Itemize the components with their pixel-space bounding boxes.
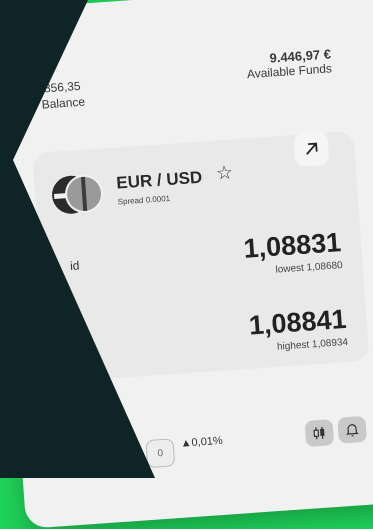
ask-price[interactable]: 1,08841: [248, 304, 348, 342]
bid-label: id: [70, 258, 80, 273]
expand-button[interactable]: [293, 131, 329, 167]
lowest-price: lowest 1,08680: [275, 260, 343, 276]
balance-row: .856,35 Balance 9.446,97 € Available Fun…: [39, 44, 342, 117]
arrow-up-right-icon: [302, 139, 321, 158]
available-funds-block: 9.446,97 € Available Funds: [245, 46, 332, 81]
bid-price[interactable]: 1,08831: [243, 227, 343, 265]
candlestick-icon: [311, 425, 328, 442]
spread-label: Spread 0.0001: [117, 194, 170, 207]
pair-title: EUR / USD: [116, 168, 203, 194]
amount-field-partial[interactable]: 0: [145, 438, 175, 468]
highest-price: highest 1,08934: [277, 337, 349, 353]
balance-label: Balance: [41, 94, 85, 113]
alert-button[interactable]: [337, 416, 367, 444]
bell-icon: [344, 421, 361, 438]
currency-pair-icon: [50, 171, 105, 219]
chart-button[interactable]: [304, 419, 334, 447]
change-indicator: ▲0,01%: [180, 435, 223, 450]
star-icon[interactable]: ☆: [215, 161, 234, 185]
